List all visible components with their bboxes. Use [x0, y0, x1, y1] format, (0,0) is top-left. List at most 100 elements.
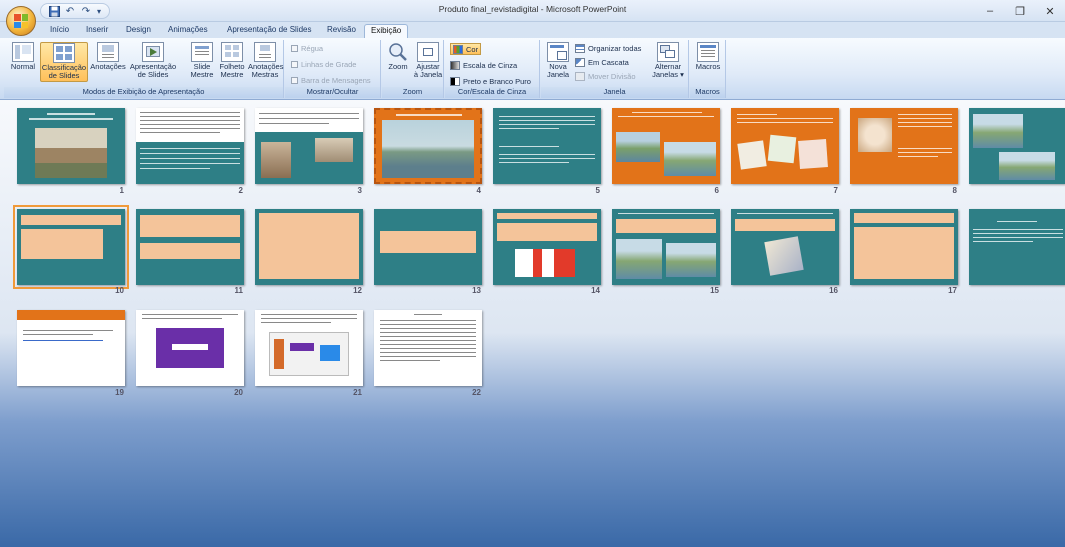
slide-number: 13 — [472, 286, 481, 295]
slide-thumbnail-8[interactable] — [850, 108, 958, 184]
handout-master-button[interactable]: Folheto Mestre — [217, 42, 247, 79]
slide-sorter-pane[interactable]: 1 2 3 4 5 6 7 8 10 11 12 13 14 15 16 17 … — [0, 100, 1065, 547]
slide-thumbnail-18[interactable] — [969, 209, 1065, 285]
slide-show-button[interactable]: Apresentação de Slides — [128, 42, 178, 79]
slide-number: 11 — [234, 286, 243, 295]
slide-image — [382, 120, 474, 178]
ruler-checkbox[interactable]: Régua — [291, 43, 323, 54]
pure-black-white-button[interactable]: Preto e Branco Puro — [450, 76, 531, 87]
slide-thumbnail-3[interactable] — [255, 108, 363, 184]
minimize-button[interactable]: – — [975, 0, 1005, 22]
normal-view-button[interactable]: Normal — [8, 42, 38, 71]
slide-thumbnail-15[interactable] — [612, 209, 720, 285]
slide-thumbnail-4[interactable] — [374, 108, 482, 184]
notes-master-button[interactable]: Anotações Mestras — [248, 42, 283, 79]
slide-thumbnail-11[interactable] — [136, 209, 244, 285]
slide-sorter-icon — [53, 43, 75, 63]
slide-thumbnail-2[interactable] — [136, 108, 244, 184]
group-label-show-hide: Mostrar/Ocultar — [285, 87, 380, 98]
move-split-button[interactable]: Mover Divisão — [575, 71, 636, 82]
slide-thumbnail-7[interactable] — [731, 108, 839, 184]
slide-image — [616, 132, 660, 162]
slide-image — [737, 140, 767, 170]
slide-number: 21 — [353, 388, 362, 397]
group-presentation-views: Normal Classificação de Slides Anotações… — [4, 40, 284, 98]
slide-thumbnail-22[interactable] — [374, 310, 482, 386]
slide-thumbnail-21[interactable] — [255, 310, 363, 386]
new-window-icon — [547, 42, 569, 62]
group-show-hide: Régua Linhas de Grade Barra de Mensagens… — [285, 40, 381, 98]
slide-thumbnail-16[interactable] — [731, 209, 839, 285]
group-label-color: Cor/Escala de Cinza — [445, 87, 539, 98]
slide-image — [664, 142, 716, 176]
slide-number: 5 — [595, 186, 600, 195]
grayscale-swatch-icon — [450, 61, 460, 70]
title-bar: ↶ ↷ ▾ Produto final_revistadigital - Mic… — [0, 0, 1065, 22]
macros-button[interactable]: Macros — [693, 42, 723, 71]
close-button[interactable]: ✕ — [1035, 0, 1065, 22]
tab-inicio[interactable]: Início — [44, 24, 75, 38]
slide-thumbnail-5[interactable] — [493, 108, 601, 184]
new-window-button[interactable]: Nova Janela — [544, 42, 572, 79]
slide-number: 19 — [115, 388, 124, 397]
zoom-button[interactable]: Zoom — [385, 42, 411, 71]
slide-number: 3 — [357, 186, 362, 195]
gridlines-checkbox[interactable]: Linhas de Grade — [291, 59, 356, 70]
slide-thumbnail-13[interactable] — [374, 209, 482, 285]
fit-to-window-button[interactable]: Ajustar à Janela — [413, 42, 443, 79]
tab-revisao[interactable]: Revisão — [321, 24, 362, 38]
slide-master-icon — [191, 42, 213, 62]
slide-number: 16 — [829, 286, 838, 295]
slide-image — [973, 114, 1023, 148]
slide-thumbnail-19[interactable] — [17, 310, 125, 386]
slide-master-button[interactable]: Slide Mestre — [188, 42, 216, 79]
color-button[interactable]: Cor — [450, 43, 482, 55]
checkbox-icon — [291, 61, 298, 68]
slide-image — [261, 142, 291, 178]
slide-image — [666, 243, 716, 277]
slide-image — [35, 128, 107, 178]
magnifier-icon — [387, 42, 409, 62]
ribbon-tabs: Início Inserir Design Animações Apresent… — [0, 22, 1065, 38]
slide-image — [616, 239, 662, 279]
arrange-all-button[interactable]: Organizar todas — [575, 43, 641, 54]
office-button[interactable] — [6, 6, 36, 36]
slide-thumbnail-14[interactable] — [493, 209, 601, 285]
slide-thumbnail-12[interactable] — [255, 209, 363, 285]
slide-number: 4 — [476, 186, 481, 195]
slide-number: 7 — [833, 186, 838, 195]
switch-windows-icon — [657, 42, 679, 62]
tab-apresentacao[interactable]: Apresentação de Slides — [221, 24, 318, 38]
macros-icon — [697, 42, 719, 62]
slide-thumbnail-9[interactable] — [969, 108, 1065, 184]
office-logo-icon — [14, 14, 28, 28]
slide-thumbnail-10[interactable] — [13, 205, 129, 289]
slide-image — [269, 332, 349, 376]
tab-animacoes[interactable]: Animações — [162, 24, 214, 38]
window-controls: – ❐ ✕ — [975, 0, 1065, 22]
slide-image — [798, 139, 828, 169]
group-label-views: Modos de Exibição de Apresentação — [4, 87, 283, 98]
message-bar-checkbox[interactable]: Barra de Mensagens — [291, 75, 371, 86]
grayscale-button[interactable]: Escala de Cinza — [450, 60, 517, 71]
tab-inserir[interactable]: Inserir — [80, 24, 114, 38]
arrange-icon — [575, 44, 585, 53]
cascade-button[interactable]: Em Cascata — [575, 57, 629, 68]
tab-exibicao[interactable]: Exibição — [364, 24, 409, 38]
bw-swatch-icon — [450, 77, 460, 86]
group-window: Nova Janela Organizar todas Em Cascata M… — [541, 40, 689, 98]
slide-thumbnail-17[interactable] — [850, 209, 958, 285]
restore-button[interactable]: ❐ — [1005, 0, 1035, 22]
slide-number: 6 — [714, 186, 719, 195]
slide-number: 17 — [948, 286, 957, 295]
slide-thumbnail-20[interactable] — [136, 310, 244, 386]
switch-windows-button[interactable]: Alternar Janelas ▾ — [649, 42, 687, 79]
tab-design[interactable]: Design — [120, 24, 157, 38]
notes-page-button[interactable]: Anotações — [88, 42, 128, 71]
normal-view-icon — [12, 42, 34, 62]
slide-sorter-view-button[interactable]: Classificação de Slides — [40, 42, 88, 82]
group-label-zoom: Zoom — [382, 87, 443, 98]
slide-thumbnail-6[interactable] — [612, 108, 720, 184]
slide-thumbnail-1[interactable] — [17, 108, 125, 184]
cascade-icon — [575, 58, 585, 67]
